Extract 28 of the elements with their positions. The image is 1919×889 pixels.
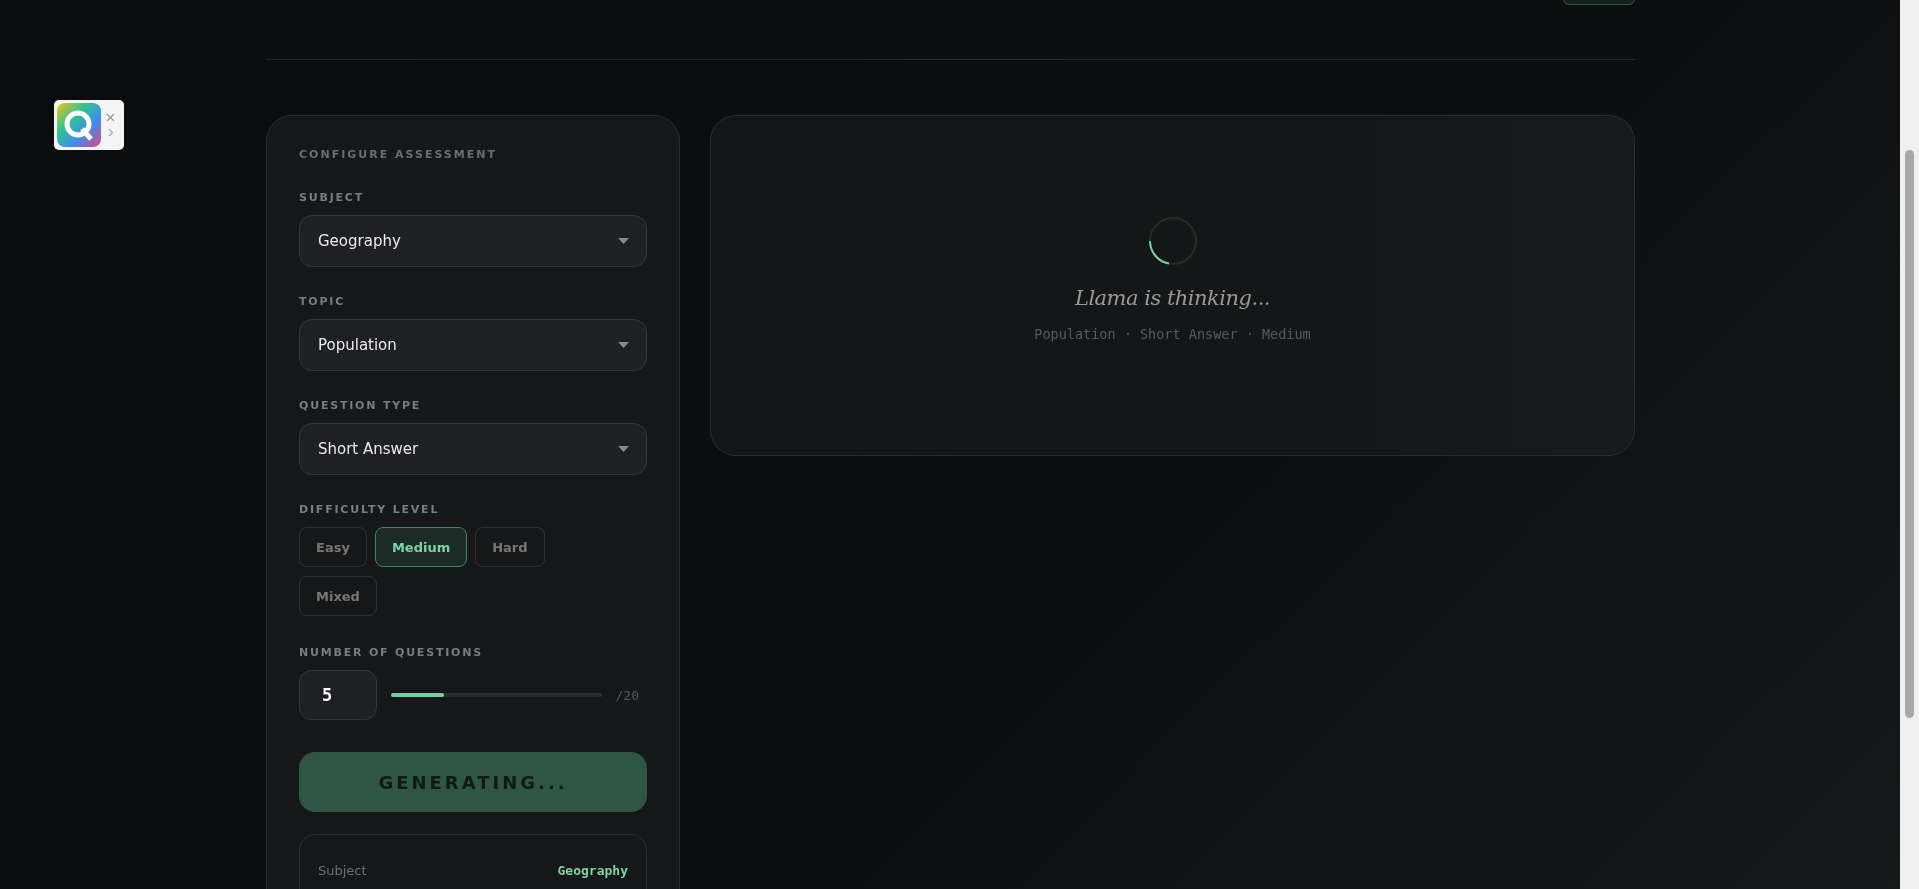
max-count: /20 — [615, 687, 639, 703]
field-label: DIFFICULTY LEVEL — [299, 503, 441, 516]
difficulty-option[interactable]: Medium — [374, 527, 468, 567]
field-label: NUMBER OF QUESTIONS — [299, 646, 484, 659]
status-title: Llama is thinking... — [1074, 286, 1271, 310]
difficulty-option[interactable]: Hard — [475, 527, 545, 567]
caret-icon — [618, 446, 629, 452]
select-field[interactable]: Short Answer — [299, 423, 647, 475]
difficulty-option[interactable]: Mixed — [299, 576, 377, 616]
difficulty-option[interactable]: Easy — [299, 527, 367, 567]
close-icon[interactable] — [106, 113, 115, 122]
select-field[interactable]: Geography — [299, 215, 647, 267]
spinner-icon — [1147, 216, 1198, 266]
caret-icon — [618, 342, 629, 348]
extension-widget[interactable] — [54, 100, 124, 150]
app-logo-icon — [56, 102, 102, 148]
status-subtitle: Population · Short Answer · Medium — [1034, 326, 1311, 342]
number-field[interactable]: 5 — [299, 670, 377, 720]
select-field[interactable]: Population — [299, 319, 647, 371]
field-label: QUESTION TYPE — [299, 399, 423, 412]
field-label: TOPIC — [299, 295, 347, 308]
caret-icon — [618, 238, 629, 244]
chevron-right-icon[interactable] — [106, 128, 115, 137]
panel-title: CONFIGURE ASSESSMENT — [299, 148, 498, 161]
summary-label: Subject — [318, 863, 367, 878]
scrollbar[interactable] — [1900, 0, 1919, 889]
field-label: SUBJECT — [299, 191, 366, 204]
summary-value: Geography — [557, 863, 628, 878]
